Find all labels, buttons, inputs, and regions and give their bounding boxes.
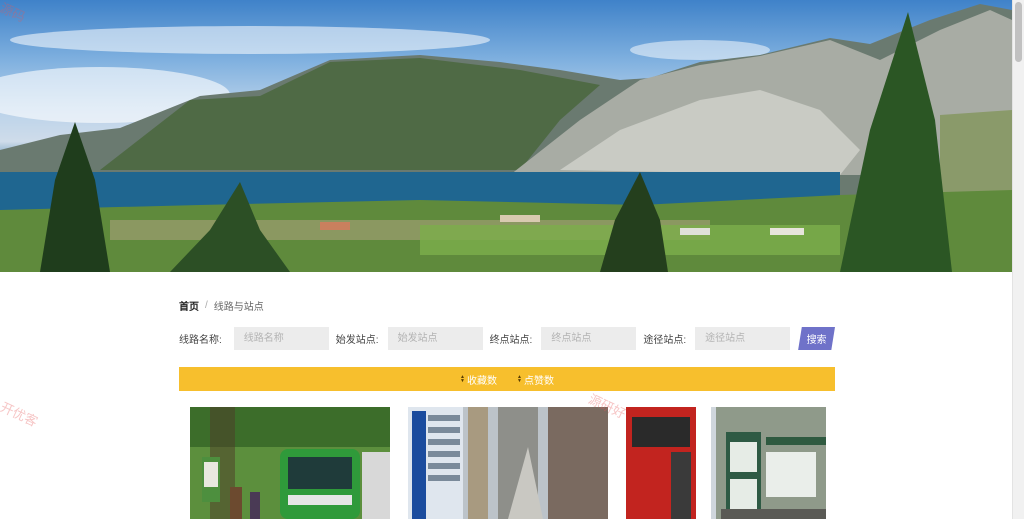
sort-likes-label: 点赞数 [523,375,554,387]
end-station-input[interactable] [541,327,637,350]
start-station-label: 始发站点: [335,335,379,346]
hero-banner [0,0,1012,272]
watermark: 开优客 [0,399,40,430]
via-station-input[interactable] [695,327,791,350]
breadcrumb-home-link[interactable]: 首页 [179,298,199,313]
breadcrumb-current: 线路与站点 [213,302,264,313]
route-card-list [190,407,830,519]
route-card-green-bus[interactable] [190,407,390,519]
via-station-label: 途径站点: [643,335,687,346]
start-station-input[interactable] [387,327,483,350]
landscape-image [0,4,1012,272]
sort-favorites-label: 收藏数 [467,375,497,387]
sort-arrows-icon: ▲ ▼ [517,374,522,384]
breadcrumb: 首页 / 线路与站点 [179,298,264,313]
green-bus-photo [190,407,390,519]
end-station-label: 终点站点: [489,335,533,346]
route-card-signboard[interactable] [408,407,608,519]
sort-by-likes[interactable]: ▲ ▼ 点赞数 [517,372,554,387]
bus-stop-signboard-photo [408,407,608,519]
page-scrollbar[interactable] [1012,0,1024,519]
search-form: 线路名称: 始发站点: 终点站点: 途径站点: 搜索 [179,327,835,350]
sort-by-favorites[interactable]: ▲ ▼ 收藏数 [460,372,497,387]
scrollbar-thumb[interactable] [1015,2,1022,62]
sort-arrows-icon: ▲ ▼ [460,374,465,384]
search-button[interactable]: 搜索 [798,327,835,350]
route-name-label: 线路名称: [179,335,222,346]
bus-shelter-photo [626,407,826,519]
route-name-input[interactable] [233,327,329,350]
route-card-shelter[interactable] [626,407,826,519]
sort-bar: ▲ ▼ 收藏数 ▲ ▼ 点赞数 [179,367,835,391]
breadcrumb-separator: / [205,300,208,311]
